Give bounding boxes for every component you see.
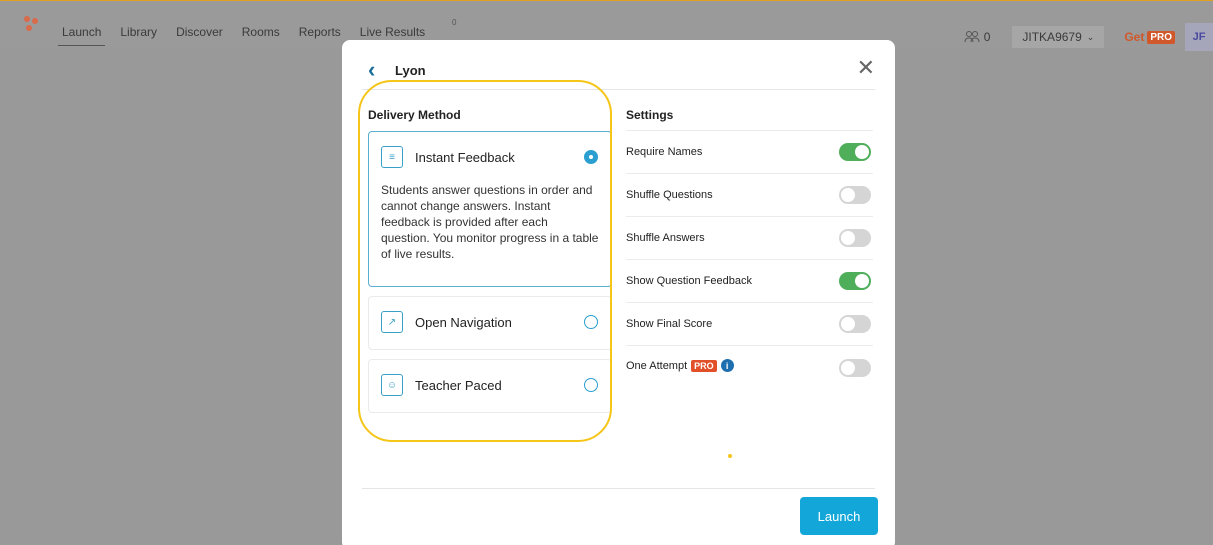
setting-shuffle-answers: Shuffle Answers xyxy=(626,216,873,259)
setting-label-group: One Attempt PRO i xyxy=(626,359,734,372)
account-name: JITKA9679 xyxy=(1022,30,1082,44)
setting-label: Require Names xyxy=(626,146,703,158)
setting-show-question-feedback: Show Question Feedback xyxy=(626,259,873,302)
settings-list: Require Names Shuffle Questions Shuffle … xyxy=(626,130,873,388)
toggle-switch[interactable] xyxy=(839,143,871,161)
setting-show-final-score: Show Final Score xyxy=(626,302,873,345)
teacher-paced-icon: ☺ xyxy=(381,374,403,396)
settings-heading: Settings xyxy=(626,108,674,122)
launch-button[interactable]: Launch xyxy=(800,497,878,535)
toggle-switch[interactable] xyxy=(839,229,871,247)
account-dropdown[interactable]: JITKA9679 ⌄ xyxy=(1012,26,1105,48)
toggle-switch[interactable] xyxy=(839,186,871,204)
modal-title: Lyon xyxy=(395,63,426,78)
option-label: Teacher Paced xyxy=(415,377,502,393)
setting-require-names: Require Names xyxy=(626,130,873,173)
launch-modal: ‹ Lyon ✕ Delivery Method ≡ Instant Feedb… xyxy=(342,40,895,545)
nav-live-results[interactable]: Live Results xyxy=(360,25,425,39)
nav-launch[interactable]: Launch xyxy=(57,25,106,46)
divider xyxy=(362,89,875,90)
toggle-switch[interactable] xyxy=(839,272,871,290)
option-instant-feedback[interactable]: ≡ Instant Feedback Students answer quest… xyxy=(368,131,612,287)
setting-label: One Attempt xyxy=(626,359,688,372)
option-teacher-paced[interactable]: ☺ Teacher Paced xyxy=(368,359,612,413)
main-nav: Launch Library Discover Rooms Reports Li… xyxy=(57,25,444,46)
annotation-dot xyxy=(728,454,732,458)
setting-one-attempt: One Attempt PRO i xyxy=(626,345,873,388)
setting-label: Show Final Score xyxy=(626,318,713,330)
info-icon[interactable]: i xyxy=(720,359,734,372)
close-icon[interactable]: ✕ xyxy=(857,57,875,79)
nav-reports[interactable]: Reports xyxy=(299,25,341,39)
modal-header: ‹ Lyon ✕ xyxy=(362,57,875,90)
setting-shuffle-questions: Shuffle Questions xyxy=(626,173,873,216)
toggle-switch[interactable] xyxy=(839,359,871,377)
option-radio[interactable] xyxy=(584,315,598,329)
student-count[interactable]: 0 xyxy=(964,30,991,44)
option-open-navigation[interactable]: ↗ Open Navigation xyxy=(368,296,612,350)
pro-badge: PRO xyxy=(1147,30,1175,44)
open-navigation-icon: ↗ xyxy=(381,311,403,333)
get-label: Get xyxy=(1124,30,1145,44)
live-results-indicator: 0 xyxy=(452,18,457,27)
option-label: Instant Feedback xyxy=(415,149,515,165)
delivery-method-heading: Delivery Method xyxy=(368,108,461,122)
student-count-value: 0 xyxy=(983,30,991,44)
app-logo-icon[interactable] xyxy=(24,16,40,34)
setting-label: Shuffle Answers xyxy=(626,232,705,244)
users-icon xyxy=(964,31,980,43)
nav-discover[interactable]: Discover xyxy=(176,25,223,39)
avatar[interactable]: JF xyxy=(1185,23,1213,51)
setting-label: Show Question Feedback xyxy=(626,275,752,287)
option-label: Open Navigation xyxy=(415,314,512,330)
instant-feedback-icon: ≡ xyxy=(381,146,403,168)
option-description: Students answer questions in order and c… xyxy=(381,183,599,261)
option-radio-selected[interactable] xyxy=(584,150,598,164)
divider xyxy=(362,488,875,489)
back-arrow-icon[interactable]: ‹ xyxy=(368,59,375,81)
toggle-switch[interactable] xyxy=(839,315,871,333)
nav-library[interactable]: Library xyxy=(120,25,157,39)
nav-rooms[interactable]: Rooms xyxy=(242,25,280,39)
setting-label: Shuffle Questions xyxy=(626,189,713,201)
get-pro-link[interactable]: Get PRO xyxy=(1124,30,1175,44)
pro-badge: PRO xyxy=(691,359,717,372)
header-right: 0 JITKA9679 ⌄ Get PRO JF xyxy=(964,23,1213,51)
chevron-down-icon: ⌄ xyxy=(1086,31,1095,42)
option-radio[interactable] xyxy=(584,378,598,392)
